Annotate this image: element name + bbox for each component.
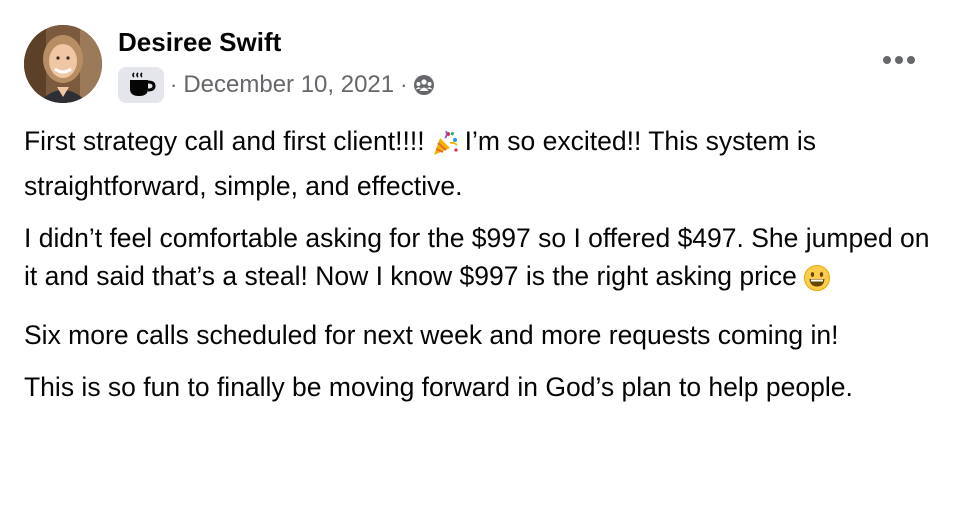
post-paragraph-4: This is so fun to finally be moving forw…	[24, 372, 853, 402]
grinning-face-icon	[803, 264, 831, 302]
group-audience-icon[interactable]	[413, 74, 435, 96]
post-paragraph-2: I didn’t feel comfortable asking for the…	[24, 219, 936, 302]
post-body: First strategy call and first client!!!!…	[24, 122, 936, 420]
post-meta: · December 10, 2021 ·	[118, 66, 435, 104]
meta-separator: ·	[170, 72, 178, 97]
paragraph-2-text: I didn’t feel comfortable asking for the…	[24, 223, 930, 291]
more-options-icon[interactable]	[876, 44, 922, 76]
post-date[interactable]: December 10, 2021	[183, 71, 394, 99]
author-avatar[interactable]	[24, 25, 102, 103]
post-paragraph-3: Six more calls scheduled for next week a…	[24, 320, 839, 350]
party-popper-icon	[431, 129, 459, 167]
author-name[interactable]: Desiree Swift	[118, 27, 281, 58]
coffee-cup-icon[interactable]	[118, 67, 164, 103]
paragraph-1-text-start: First strategy call and first client!!!!	[24, 126, 425, 156]
facebook-post: Desiree Swift · December 10, 2021 · Firs…	[0, 0, 956, 532]
meta-separator-2: ·	[400, 72, 408, 97]
post-paragraph-1: First strategy call and first client!!!!…	[24, 122, 936, 205]
